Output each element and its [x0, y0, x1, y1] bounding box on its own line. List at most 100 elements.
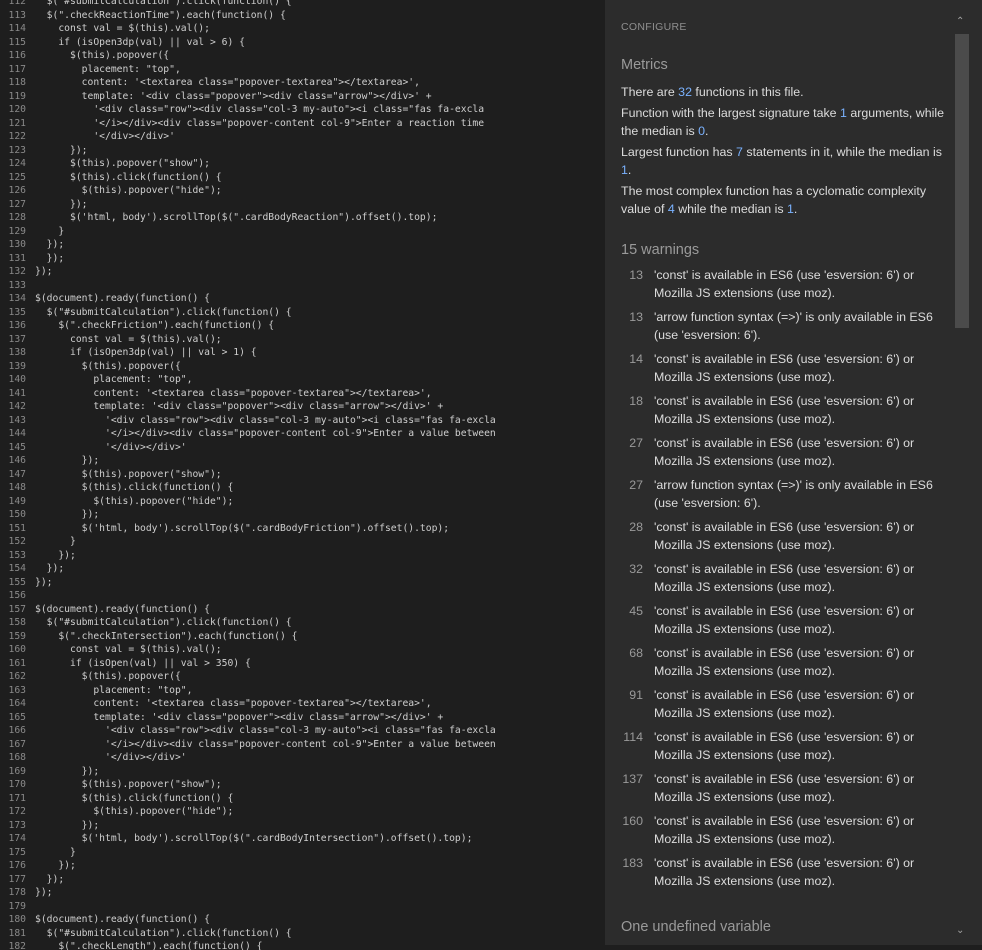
panel-scrollbar[interactable] [955, 34, 969, 930]
warning-item[interactable]: 13 'arrow function syntax (=>)' is only a… [621, 308, 953, 350]
warning-message: 'const' is available in ES6 (use 'esvers… [654, 604, 915, 636]
code-line: 116 $(this).popover({ [0, 49, 605, 63]
median-statements-value: 1 [621, 163, 628, 177]
jshint-results-panel: CONFIGURE Metrics There are 32 functions… [605, 0, 982, 945]
warning-line-number[interactable]: 137 [621, 770, 643, 788]
warning-item[interactable]: 28 'const' is available in ES6 (use 'esve… [621, 518, 953, 560]
warning-item[interactable]: 14 'const' is available in ES6 (use 'esve… [621, 350, 953, 392]
warning-line-number[interactable]: 28 [621, 518, 643, 536]
line-number: 168 [8, 752, 27, 763]
code-line: 135 $("#submitCalculation").click(functi… [0, 306, 605, 320]
line-text: '</i></div><div class="popover-content c… [35, 738, 496, 750]
warning-line-number[interactable]: 27 [621, 476, 643, 494]
code-line: 127 }); [0, 198, 605, 212]
warning-item[interactable]: 27 'arrow function syntax (=>)' is only a… [621, 476, 953, 518]
line-number: 127 [8, 198, 27, 210]
line-number: 115 [8, 36, 27, 48]
line-text: '</div></div>' [35, 441, 187, 453]
code-line: 157 $(document).ready(function() { [0, 603, 605, 617]
warning-item[interactable]: 45 'const' is available in ES6 (use 'esve… [621, 602, 953, 644]
line-number: 118 [8, 77, 27, 88]
line-number: 180 [8, 914, 27, 925]
chevron-up-icon[interactable]: ⌃ [956, 16, 964, 27]
line-text: }); [35, 198, 88, 210]
line-text: $(document).ready(function() { [35, 293, 210, 304]
metrics-statements: Largest function has 7 statements in it,… [621, 145, 942, 177]
line-text: $(this).popover({ [35, 360, 181, 372]
warning-line-number[interactable]: 45 [621, 602, 643, 620]
line-number: 170 [8, 779, 27, 790]
line-text: } [35, 846, 76, 858]
chevron-down-icon[interactable]: ⌄ [956, 925, 964, 936]
warning-message: 'const' is available in ES6 (use 'esvers… [654, 772, 915, 804]
warning-line-number[interactable]: 13 [621, 308, 643, 326]
line-text: $(this).popover("show"); [35, 779, 222, 790]
warning-line-number[interactable]: 18 [621, 392, 643, 410]
code-editor[interactable]: 112 $("#submitCalculation").click(functi… [0, 0, 605, 950]
line-text: content: '<textarea class="popover-texta… [35, 77, 420, 88]
warning-line-number[interactable]: 14 [621, 350, 643, 368]
line-text: const val = $(this).val(); [35, 644, 222, 655]
code-line: 151 $('html, body').scrollTop($(".cardBo… [0, 522, 605, 536]
line-text: }); [35, 239, 65, 250]
code-line: 131 }); [0, 252, 605, 266]
warning-item[interactable]: 160 'const' is available in ES6 (use 'esv… [621, 812, 953, 854]
code-line: 138 if (isOpen3dp(val) || val > 1) { [0, 346, 605, 360]
line-number: 148 [8, 482, 27, 493]
code-line: 120 '<div class="row"><div class="col-3 … [0, 103, 605, 117]
line-text: }); [35, 455, 100, 466]
line-number: 151 [8, 522, 27, 534]
code-line: 141 content: '<textarea class="popover-t… [0, 387, 605, 401]
line-text: '</div></div>' [35, 752, 187, 763]
line-number: 153 [8, 549, 27, 561]
warning-item[interactable]: 13 'const' is available in ES6 (use 'esve… [621, 266, 953, 308]
warning-item[interactable]: 137 'const' is available in ES6 (use 'esv… [621, 770, 953, 812]
line-text: $("#submitCalculation").click(function()… [35, 617, 292, 628]
line-number: 173 [8, 819, 27, 831]
warning-item[interactable]: 68 'const' is available in ES6 (use 'esve… [621, 644, 953, 686]
warning-line-number[interactable]: 114 [621, 728, 643, 746]
scrollbar-thumb[interactable] [955, 34, 969, 328]
code-line: 160 const val = $(this).val(); [0, 643, 605, 657]
line-number: 143 [8, 414, 27, 426]
line-text: placement: "top", [35, 63, 181, 75]
code-line: 159 $(".checkIntersection").each(functio… [0, 630, 605, 644]
line-number: 117 [8, 63, 27, 75]
line-text: }); [35, 563, 65, 574]
code-line: 168 '</div></div>' [0, 751, 605, 765]
warning-line-number[interactable]: 13 [621, 266, 643, 284]
line-number: 157 [8, 603, 27, 615]
warning-line-number[interactable]: 68 [621, 644, 643, 662]
warning-item[interactable]: 18 'const' is available in ES6 (use 'esve… [621, 392, 953, 434]
code-line: 148 $(this).click(function() { [0, 481, 605, 495]
line-number: 137 [8, 333, 27, 345]
line-number: 164 [8, 698, 27, 709]
configure-link[interactable]: CONFIGURE [621, 21, 687, 33]
warning-line-number[interactable]: 160 [621, 812, 643, 830]
functions-count: 32 [678, 85, 692, 99]
code-line: 164 content: '<textarea class="popover-t… [0, 697, 605, 711]
line-number: 131 [8, 252, 27, 264]
code-line: 122 '</div></div>' [0, 130, 605, 144]
warning-item[interactable]: 183 'const' is available in ES6 (use 'esv… [621, 854, 953, 896]
line-number: 134 [8, 293, 27, 304]
warning-item[interactable]: 27 'const' is available in ES6 (use 'esve… [621, 434, 953, 476]
warning-message: 'arrow function syntax (=>)' is only ava… [654, 310, 933, 342]
warning-line-number[interactable]: 183 [621, 854, 643, 872]
warning-item[interactable]: 114 'const' is available in ES6 (use 'esv… [621, 728, 953, 770]
line-number: 125 [8, 171, 27, 183]
code-line: 125 $(this).click(function() { [0, 171, 605, 185]
line-number: 156 [8, 590, 27, 601]
warning-line-number[interactable]: 32 [621, 560, 643, 578]
line-number: 177 [8, 873, 27, 885]
line-number: 112 [8, 0, 27, 7]
code-line: 128 $('html, body').scrollTop($(".cardBo… [0, 211, 605, 225]
warning-item[interactable]: 32 'const' is available in ES6 (use 'esve… [621, 560, 953, 602]
line-text: '<div class="row"><div class="col-3 my-a… [35, 414, 496, 426]
code-line: 146 }); [0, 454, 605, 468]
warning-line-number[interactable]: 27 [621, 434, 643, 452]
warning-item[interactable]: 91 'const' is available in ES6 (use 'esve… [621, 686, 953, 728]
warning-line-number[interactable]: 91 [621, 686, 643, 704]
code-line: 158 $("#submitCalculation").click(functi… [0, 616, 605, 630]
line-text: $(this).popover("show"); [35, 468, 222, 480]
